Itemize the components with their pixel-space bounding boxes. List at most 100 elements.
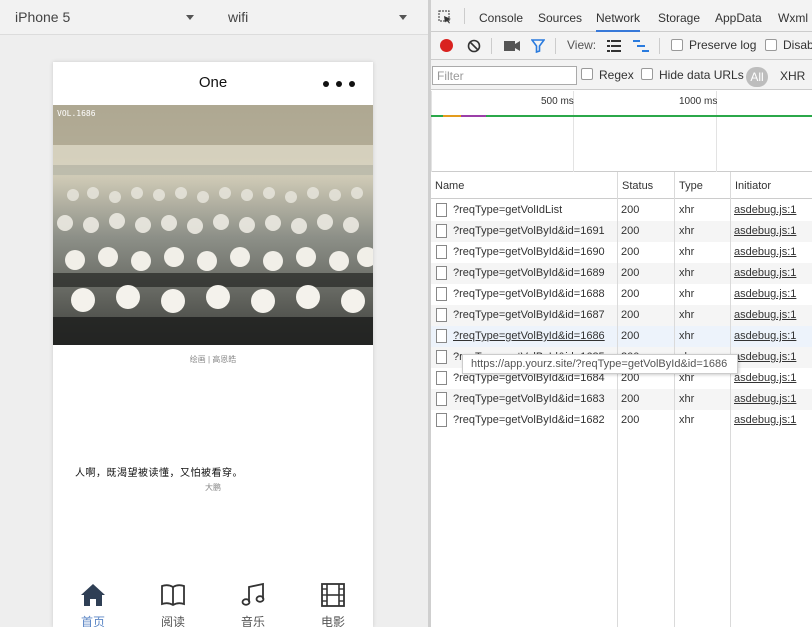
simulator-panel: iPhone 5 wifi One VOL.1686 绘画 | 高恩皓 人啊，既… [0, 0, 428, 627]
request-initiator-link[interactable]: asdebug.js:1 [734, 410, 796, 431]
column-header-initiator[interactable]: Initiator [731, 172, 771, 199]
regex-label: Regex [599, 68, 634, 82]
regex-checkbox[interactable] [581, 68, 593, 80]
request-initiator-link[interactable]: asdebug.js:1 [734, 263, 796, 284]
devtools-panel: Console Sources Network Storage AppData … [431, 0, 812, 627]
table-header: Name Status Type Initiator [431, 172, 812, 199]
table-row[interactable]: ?reqType=getVolById&id=1688 200 xhr asdebug… [431, 284, 812, 305]
filter-xhr-button[interactable]: XHR [780, 69, 805, 83]
request-initiator-link[interactable]: asdebug.js:1 [734, 200, 796, 221]
device-select[interactable]: iPhone 5 [15, 0, 70, 35]
table-row[interactable]: ?reqType=getVolById&id=1690 200 xhr asdebug… [431, 242, 812, 263]
table-row[interactable]: ?reqType=getVolById&id=1686 200 xhr asdebug… [431, 326, 812, 347]
tab-reading[interactable]: 阅读 [133, 574, 213, 627]
column-divider [674, 172, 675, 627]
request-initiator-link[interactable]: asdebug.js:1 [734, 284, 796, 305]
request-name: ?reqType=getVolById&id=1688 [453, 288, 605, 300]
toolbar-separator [555, 38, 556, 54]
request-type: xhr [679, 288, 695, 300]
tab-home[interactable]: 首页 [53, 574, 133, 627]
request-type: xhr [679, 246, 695, 258]
file-icon [436, 350, 447, 364]
tab-sources[interactable]: Sources [538, 0, 582, 32]
request-status: 200 [621, 309, 640, 321]
preserve-log-label: Preserve log [689, 38, 757, 52]
timeline-gridline [431, 91, 432, 172]
table-row[interactable]: ?reqType=getVolIdList 200 xhr asdebug.js:1 [431, 200, 812, 221]
quote-text: 人啊，既渴望被读懂，又怕被看穿。 [75, 468, 243, 479]
filter-funnel-icon[interactable] [531, 39, 545, 53]
more-menu-icon[interactable] [323, 81, 355, 87]
table-row[interactable]: ?reqType=getVolById&id=1689 200 xhr asdebug… [431, 263, 812, 284]
filter-input[interactable] [432, 66, 577, 85]
request-initiator-link[interactable]: asdebug.js:1 [734, 368, 796, 389]
column-header-name[interactable]: Name [431, 172, 464, 199]
waterfall-overview-icon[interactable] [633, 40, 649, 52]
request-name: ?reqType=getVolById&id=1691 [453, 225, 605, 237]
toolbar-separator [491, 38, 492, 54]
request-type: xhr [679, 414, 695, 426]
tab-separator [464, 8, 465, 24]
file-icon [436, 245, 447, 259]
clear-icon[interactable] [467, 39, 481, 53]
column-header-type[interactable]: Type [675, 172, 703, 199]
request-initiator-link[interactable]: asdebug.js:1 [734, 389, 796, 410]
network-select-chevron-icon[interactable] [399, 15, 407, 20]
timeline-tick-500: 500 ms [541, 96, 574, 107]
timeline-request-bar [431, 115, 812, 117]
volume-label: VOL.1686 [57, 109, 96, 118]
filter-all-button[interactable]: All [746, 67, 768, 87]
request-initiator-link[interactable]: asdebug.js:1 [734, 347, 796, 368]
request-initiator-link[interactable]: asdebug.js:1 [734, 221, 796, 242]
devtools-tab-bar: Console Sources Network Storage AppData … [431, 0, 812, 32]
screenshot-camera-icon[interactable] [504, 40, 520, 52]
column-header-status[interactable]: Status [618, 172, 653, 199]
record-button[interactable] [440, 39, 453, 52]
network-timeline[interactable]: 500 ms 1000 ms [431, 91, 812, 172]
tab-wxml[interactable]: Wxml [778, 0, 808, 32]
photo-caption: 绘画 | 高恩皓 [189, 355, 237, 364]
file-icon [436, 329, 447, 343]
request-name: ?reqType=getVolIdList [453, 204, 563, 216]
request-name: ?reqType=getVolById&id=1682 [453, 414, 605, 426]
request-type: xhr [679, 225, 695, 237]
request-initiator-link[interactable]: asdebug.js:1 [734, 305, 796, 326]
disable-cache-checkbox[interactable] [765, 39, 777, 51]
request-initiator-link[interactable]: asdebug.js:1 [734, 326, 796, 347]
tab-storage[interactable]: Storage [658, 0, 700, 32]
request-initiator-link[interactable]: asdebug.js:1 [734, 242, 796, 263]
timeline-request-bar [443, 115, 461, 117]
preserve-log-checkbox[interactable] [671, 39, 683, 51]
tab-home-label: 首页 [80, 615, 105, 627]
table-row[interactable]: ?reqType=getVolById&id=1691 200 xhr asdebug… [431, 221, 812, 242]
request-type: xhr [679, 393, 695, 405]
hide-data-urls-checkbox[interactable] [641, 68, 653, 80]
toolbar-separator [659, 38, 660, 54]
device-select-chevron-icon[interactable] [186, 15, 194, 20]
request-status: 200 [621, 246, 640, 258]
table-row[interactable]: ?reqType=getVolById&id=1687 200 xhr asdebug… [431, 305, 812, 326]
tab-music[interactable]: 音乐 [213, 574, 293, 627]
network-select[interactable]: wifi [228, 0, 248, 35]
file-icon [436, 266, 447, 280]
file-icon [436, 371, 447, 385]
cover-photo[interactable]: VOL.1686 [53, 105, 373, 345]
request-type: xhr [679, 204, 695, 216]
device-select-value: iPhone 5 [15, 9, 71, 25]
column-divider [730, 172, 731, 627]
request-name: ?reqType=getVolById&id=1687 [453, 309, 605, 321]
tab-appdata[interactable]: AppData [715, 0, 762, 32]
request-name: ?reqType=getVolById&id=1689 [453, 267, 605, 279]
book-icon [161, 584, 185, 607]
file-icon [436, 392, 447, 406]
table-row[interactable]: ?reqType=getVolById&id=1682 200 xhr asdebug… [431, 410, 812, 431]
navigation-bar: One [53, 62, 373, 105]
phone-screen: One VOL.1686 绘画 | 高恩皓 人啊，既渴望被读懂，又怕被看穿。 大… [53, 62, 373, 627]
tab-console[interactable]: Console [479, 0, 523, 32]
large-rows-icon[interactable] [607, 40, 621, 52]
tab-network[interactable]: Network [596, 0, 641, 32]
request-status: 200 [621, 414, 640, 426]
tab-movie[interactable]: 电影 [293, 574, 373, 627]
inspect-element-icon[interactable] [438, 10, 452, 24]
table-row[interactable]: ?reqType=getVolById&id=1683 200 xhr asdebug… [431, 389, 812, 410]
